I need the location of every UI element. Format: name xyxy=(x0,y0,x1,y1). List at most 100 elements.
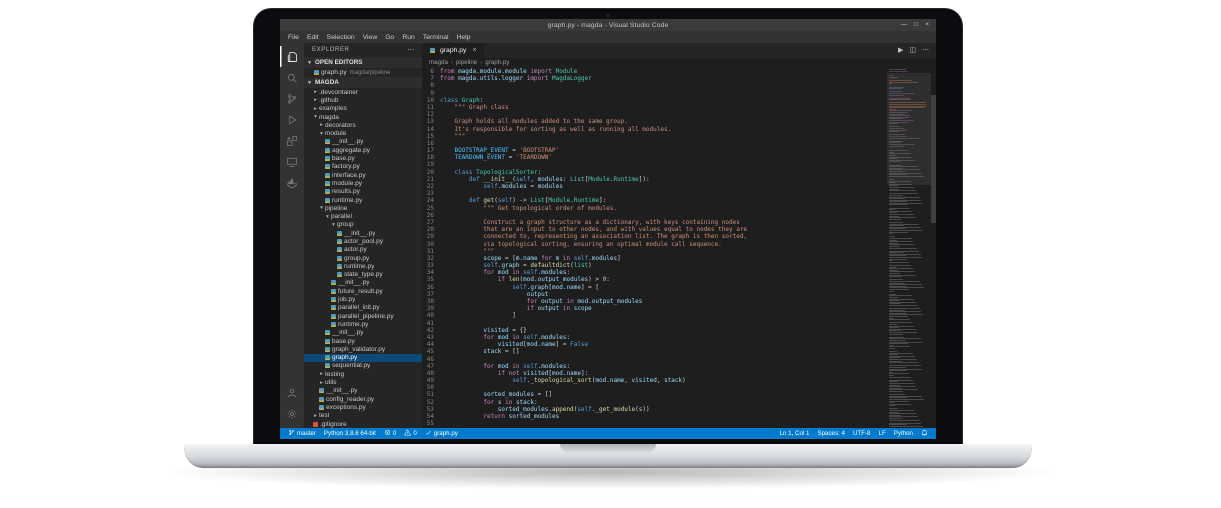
activity-docker-icon[interactable] xyxy=(280,172,304,193)
code-line[interactable]: 25 """ Get topological order of modules. xyxy=(422,205,887,212)
tree-file-module-py[interactable]: module.py xyxy=(304,179,422,187)
code-line[interactable]: 45 stack = [] xyxy=(422,348,887,355)
tree-folder-magda[interactable]: ▾ magda xyxy=(304,113,422,121)
code-line[interactable]: 18 TEARDOWN_EVENT = 'TEARDOWN' xyxy=(422,154,887,161)
breadcrumb-item[interactable]: graph.py xyxy=(485,59,509,66)
code-line[interactable]: 14 It's responsible for sorting as well … xyxy=(422,126,887,133)
tree-folder-examples[interactable]: ▸ examples xyxy=(304,105,422,113)
window-control-maximize[interactable]: □ xyxy=(914,19,918,31)
menu-go[interactable]: Go xyxy=(381,34,398,41)
code-line[interactable]: 28 that are an input to other nodes, and… xyxy=(422,226,887,233)
code-line[interactable]: 30 via topological sorting, ensuring an … xyxy=(422,241,887,248)
tree-folder-devcontainer[interactable]: ▸ .devcontainer xyxy=(304,88,422,96)
tree-folder-module[interactable]: ▾ module xyxy=(304,129,422,137)
activity-search-icon[interactable] xyxy=(280,67,304,88)
tree-file-sequential-py[interactable]: sequential.py xyxy=(304,362,422,370)
tree-file-init-py[interactable]: __init__.py xyxy=(304,138,422,146)
status-errors[interactable]: 0 xyxy=(380,428,400,439)
tab-close-icon[interactable]: × xyxy=(472,47,476,54)
code-line[interactable]: 9 xyxy=(422,90,887,97)
tree-file-config-reader-py[interactable]: config_reader.py xyxy=(304,395,422,403)
menu-terminal[interactable]: Terminal xyxy=(419,34,453,41)
code-line[interactable]: 21 def __init__(self, modules: List[Modu… xyxy=(422,176,887,183)
tree-file-parallel-pipeline-py[interactable]: parallel_pipeline.py xyxy=(304,312,422,320)
breadcrumb-item[interactable]: magda xyxy=(429,59,448,66)
code-line[interactable]: 51 sorted_modules = [] xyxy=(422,391,887,398)
editor-action-split-editor-icon[interactable]: ◫ xyxy=(909,43,916,58)
status-language-mode[interactable]: Python xyxy=(890,428,917,439)
code-line[interactable]: 32 scope = [m.name for m in self.modules… xyxy=(422,255,887,262)
tree-file-actor-pool-py[interactable]: actor_pool.py xyxy=(304,237,422,245)
code-line[interactable]: 11 """ Graph class xyxy=(422,104,887,111)
tree-folder-decorators[interactable]: ▸ decorators xyxy=(304,121,422,129)
status-eol[interactable]: LF xyxy=(875,428,890,439)
activity-account-icon[interactable] xyxy=(280,382,304,403)
code-line[interactable]: 53 sorted_modules.append(self._get_modul… xyxy=(422,406,887,413)
activity-remote-explorer-icon[interactable] xyxy=(280,151,304,172)
code-line[interactable]: 24 def get(self) -> List[Module.Runtime]… xyxy=(422,197,887,204)
tree-file-base-py[interactable]: base.py xyxy=(304,154,422,162)
code-line[interactable]: 8 xyxy=(422,82,887,89)
status-linter-status[interactable]: graph.py xyxy=(421,428,462,439)
open-editor-item[interactable]: graph.py magda/pipeline xyxy=(304,68,422,77)
tree-file-base-py[interactable]: base.py xyxy=(304,337,422,345)
code-lines[interactable]: 6 from magda.module.module import Module 7… xyxy=(422,67,887,428)
window-control-close[interactable]: × xyxy=(925,19,929,31)
tab-graph-py[interactable]: graph.py × xyxy=(422,43,485,58)
tree-file-graph-validator-py[interactable]: graph_validator.py xyxy=(304,345,422,353)
tree-file-init-py[interactable]: __init__.py xyxy=(304,229,422,237)
code-line[interactable]: 26 xyxy=(422,212,887,219)
tree-file-init-py[interactable]: __init__.py xyxy=(304,387,422,395)
tree-file-gitignore[interactable]: .gitignore xyxy=(304,420,422,428)
code-line[interactable]: 46 xyxy=(422,356,887,363)
tree-folder-utils[interactable]: ▸ utils xyxy=(304,378,422,386)
code-line[interactable]: 47 for mod in self.modules: xyxy=(422,363,887,370)
code-line[interactable]: 29 connected to, representing an associa… xyxy=(422,233,887,240)
open-editors-header[interactable]: ▾ OPEN EDITORS xyxy=(304,57,422,68)
editor-action-more-icon[interactable]: ⋯ xyxy=(922,43,929,58)
tree-folder-parallel[interactable]: ▾ parallel xyxy=(304,212,422,220)
code-line[interactable]: 20 class TopologicalSorter: xyxy=(422,169,887,176)
menu-run[interactable]: Run xyxy=(398,34,418,41)
tree-file-runtime-py[interactable]: runtime.py xyxy=(304,320,422,328)
tree-file-exceptions-py[interactable]: exceptions.py xyxy=(304,403,422,411)
code-line[interactable]: 19 xyxy=(422,161,887,168)
tree-folder-github[interactable]: ▸ .github xyxy=(304,96,422,104)
tree-file-interface-py[interactable]: interface.py xyxy=(304,171,422,179)
tree-file-runtime-py[interactable]: runtime.py xyxy=(304,196,422,204)
status-notifications[interactable] xyxy=(917,428,932,439)
tree-folder-test[interactable]: ▸ test xyxy=(304,412,422,420)
code-line[interactable]: 6 from magda.module.module import Module xyxy=(422,68,887,75)
code-line[interactable]: 17 BOOTSTRAP_EVENT = 'BOOTSTRAP' xyxy=(422,147,887,154)
status-branch[interactable]: master xyxy=(284,428,320,439)
menu-selection[interactable]: Selection xyxy=(323,34,359,41)
status-warnings[interactable]: 0 xyxy=(400,428,420,439)
breadcrumb-item[interactable]: pipeline xyxy=(456,59,477,66)
code-line[interactable]: 34 for mod in self.modules: xyxy=(422,269,887,276)
code-line[interactable]: 13 Graph holds all modules added to the … xyxy=(422,118,887,125)
tree-file-graph-py[interactable]: graph.py xyxy=(304,353,422,362)
activity-settings-icon[interactable] xyxy=(280,403,304,424)
code-line[interactable]: 42 visited = {} xyxy=(422,327,887,334)
more-actions-icon[interactable]: ⋯ xyxy=(407,46,415,54)
code-line[interactable]: 52 for s in stack: xyxy=(422,399,887,406)
tree-file-parallel-init-py[interactable]: parallel_init.py xyxy=(304,304,422,312)
code-line[interactable]: 41 xyxy=(422,320,887,327)
activity-source-control-icon[interactable] xyxy=(280,88,304,109)
code-line[interactable]: 43 for mod in self.modules: xyxy=(422,334,887,341)
activity-run-debug-icon[interactable] xyxy=(280,109,304,130)
menu-file[interactable]: File xyxy=(284,34,303,41)
tree-file-factory-py[interactable]: factory.py xyxy=(304,163,422,171)
status-cursor-position[interactable]: Ln 1, Col 1 xyxy=(776,428,814,439)
code-line[interactable]: 48 if not visited[mod.name]: xyxy=(422,370,887,377)
code-line[interactable]: 40 ] xyxy=(422,312,887,319)
tree-file-actor-py[interactable]: actor.py xyxy=(304,246,422,254)
code-line[interactable]: 37 output xyxy=(422,291,887,298)
tree-folder-pipeline[interactable]: ▾ pipeline xyxy=(304,204,422,212)
code-line[interactable]: 44 visited[mod.name] = False xyxy=(422,341,887,348)
code-line[interactable]: 7 from magda.utils.logger import MagdaLog… xyxy=(422,75,887,82)
editor-action-run-icon[interactable]: ▶ xyxy=(898,43,903,58)
code-line[interactable]: 36 self.graph[mod.name] = [ xyxy=(422,284,887,291)
code-line[interactable]: 23 xyxy=(422,190,887,197)
code-line[interactable]: 35 if len(mod.output_modules) > 0: xyxy=(422,276,887,283)
